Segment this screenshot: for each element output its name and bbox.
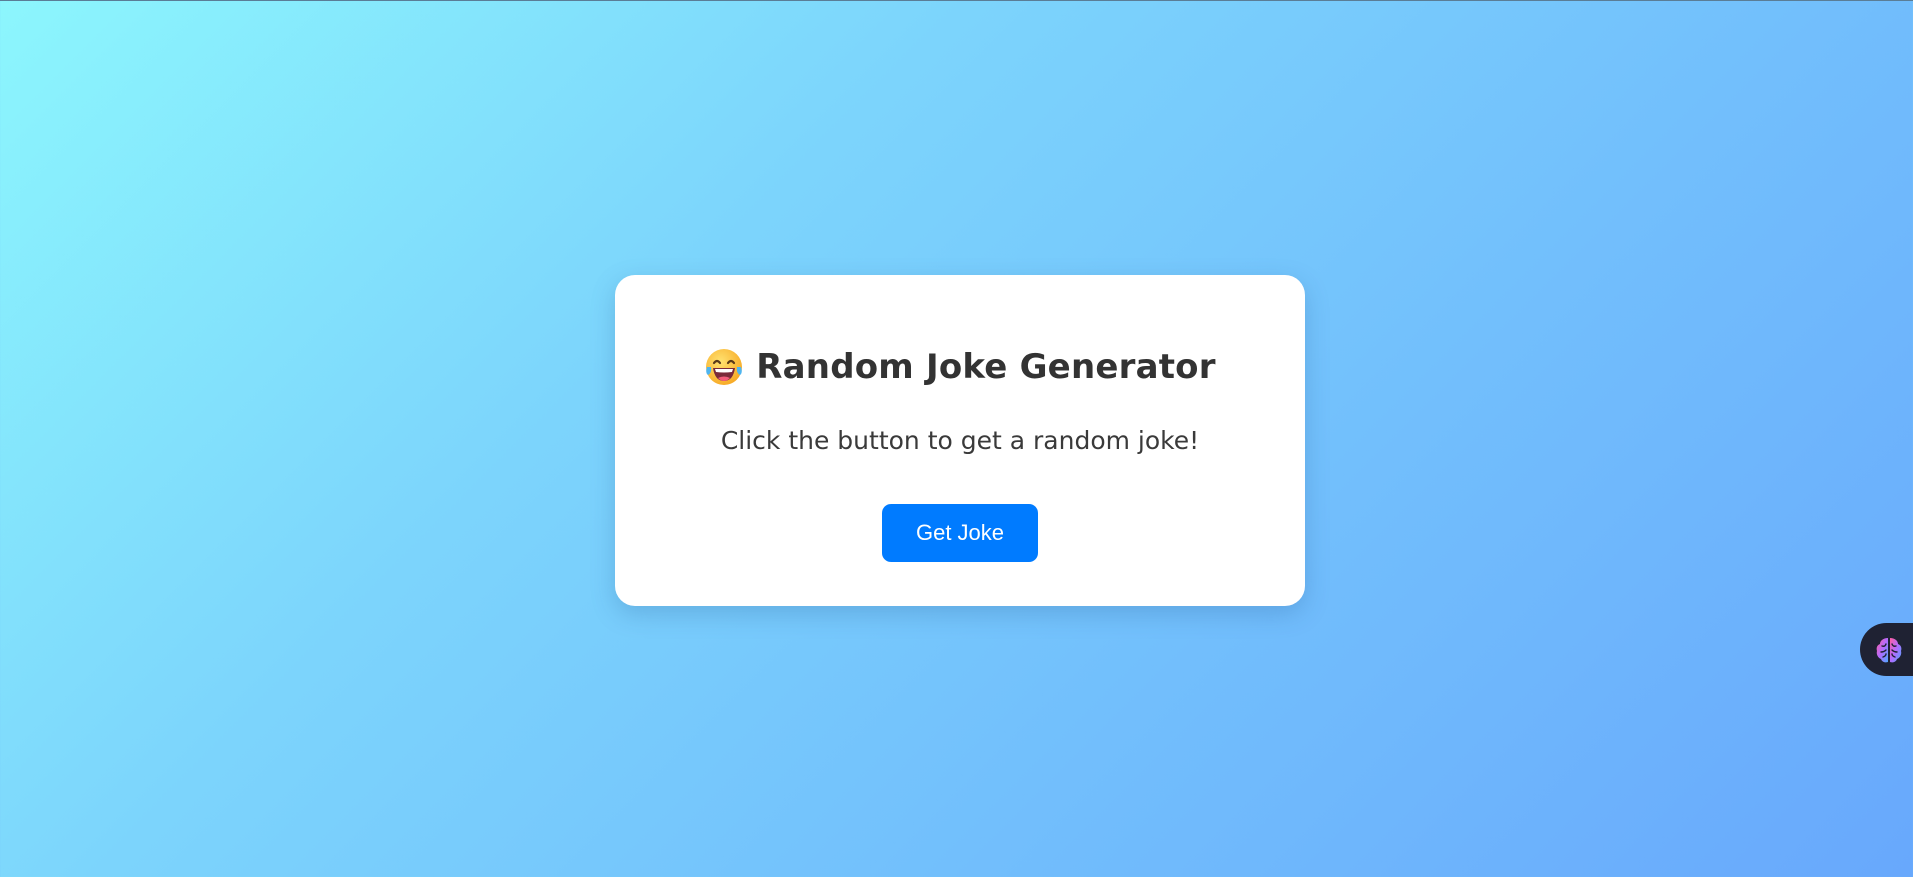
laughing-tears-emoji-icon <box>706 349 743 385</box>
instruction-text: Click the button to get a random joke! <box>720 426 1200 455</box>
page-title-text: Random Joke Generator <box>756 347 1216 387</box>
page-title: Random Joke Generator <box>615 347 1305 387</box>
joke-card: Random Joke Generator Click the button t… <box>615 275 1305 606</box>
floating-extension-widget[interactable] <box>1860 623 1913 676</box>
brain-icon <box>1876 637 1902 662</box>
get-joke-button[interactable]: Get Joke <box>882 504 1038 562</box>
